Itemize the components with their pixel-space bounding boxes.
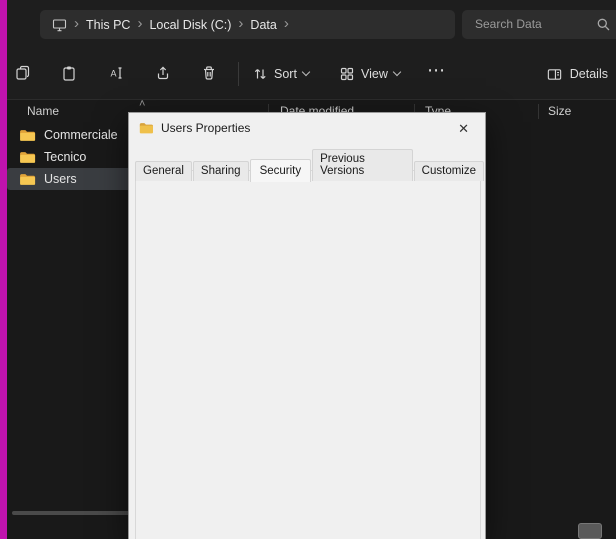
copy-button[interactable]: [14, 64, 34, 84]
bottom-right-widget: [578, 523, 602, 539]
dialog-tabs: General Sharing Security Previous Versio…: [135, 149, 485, 181]
delete-button[interactable]: [200, 64, 220, 84]
column-name[interactable]: Name: [27, 104, 59, 118]
search-icon[interactable]: [596, 17, 611, 32]
view-dropdown[interactable]: View: [339, 62, 400, 86]
chevron-right-icon[interactable]: ›: [238, 18, 243, 30]
chevron-right-icon[interactable]: ›: [137, 18, 142, 30]
tab-security[interactable]: Security: [250, 159, 312, 182]
file-name: Tecnico: [44, 150, 86, 164]
paste-button[interactable]: [60, 64, 80, 84]
close-icon[interactable]: ✕: [454, 119, 473, 139]
folder-icon: [19, 129, 36, 142]
file-name: Commerciale: [44, 128, 118, 142]
explorer-titlebar: › This PC › Local Disk (C:) › Data › Sea…: [7, 0, 616, 48]
explorer-window: ↻ › This PC › Local Disk (C:) › Data › S…: [0, 0, 616, 539]
chevron-down-icon: [393, 68, 401, 76]
tab-customize[interactable]: Customize: [414, 161, 484, 181]
search-input[interactable]: Search Data: [462, 10, 616, 39]
tab-previous-versions[interactable]: Previous Versions: [312, 149, 413, 181]
horizontal-scrollbar[interactable]: [12, 511, 144, 515]
folder-icon: [19, 151, 36, 164]
sort-ascending-icon: ˄: [139, 98, 145, 110]
details-label: Details: [570, 67, 608, 81]
security-tab-panel: [135, 170, 481, 539]
tab-general[interactable]: General: [135, 161, 192, 181]
background-app-strip: [0, 0, 7, 539]
details-pane-button[interactable]: Details: [546, 62, 608, 86]
sort-arrows-icon: [252, 66, 268, 82]
sort-dropdown[interactable]: Sort: [252, 62, 309, 86]
folder-icon: [19, 173, 36, 186]
more-options-button[interactable]: ⋯: [427, 60, 446, 81]
view-grid-icon: [339, 66, 355, 82]
file-name: Users: [44, 172, 77, 186]
breadcrumb-item-data[interactable]: Data: [250, 18, 276, 32]
explorer-toolbar: A Sort: [7, 48, 616, 100]
svg-text:A: A: [111, 69, 117, 79]
sort-label: Sort: [274, 67, 297, 81]
breadcrumb-item-local-disk[interactable]: Local Disk (C:): [149, 18, 231, 32]
column-size[interactable]: Size: [548, 104, 571, 118]
breadcrumb[interactable]: › This PC › Local Disk (C:) › Data ›: [40, 10, 455, 39]
chevron-right-icon[interactable]: ›: [284, 18, 289, 30]
search-placeholder: Search Data: [475, 17, 542, 31]
dialog-title: Users Properties: [161, 121, 250, 135]
breadcrumb-item-this-pc[interactable]: This PC: [86, 18, 130, 32]
toolbar-separator: [238, 62, 239, 86]
tab-sharing[interactable]: Sharing: [193, 161, 249, 181]
chevron-down-icon: [302, 68, 310, 76]
this-pc-monitor-icon: [52, 18, 67, 32]
column-divider[interactable]: [538, 104, 539, 119]
folder-icon: [139, 122, 154, 134]
dialog-titlebar[interactable]: Users Properties ✕: [129, 113, 485, 143]
properties-dialog: Users Properties ✕ General Sharing Secur…: [128, 112, 486, 539]
rename-button[interactable]: A: [107, 64, 127, 84]
details-pane-icon: [546, 66, 563, 83]
view-label: View: [361, 67, 388, 81]
chevron-right-icon: ›: [74, 18, 79, 30]
share-button[interactable]: [154, 64, 174, 84]
